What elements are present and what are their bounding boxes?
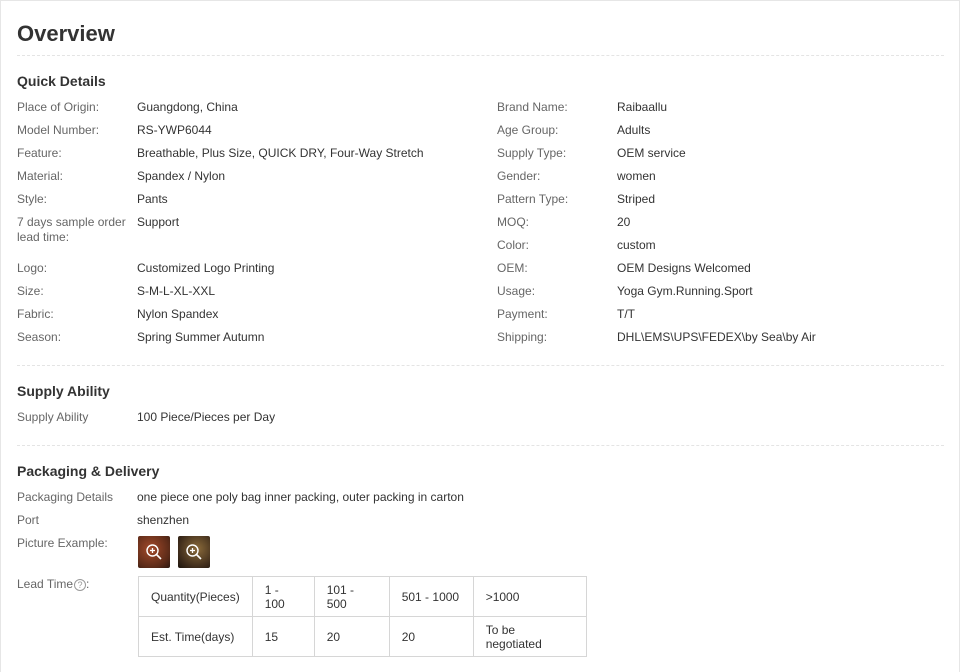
picture-example-thumbnail[interactable] [138,536,170,568]
logo-label: Logo: [17,261,48,275]
brand-name-label: Brand Name: [497,100,568,114]
shipping-value: DHL\EMS\UPS\FEDEX\by Sea\by Air [617,330,816,344]
season-value: Spring Summer Autumn [137,330,265,344]
table-row: Quantity(Pieces) 1 - 100 101 - 500 501 -… [138,576,587,617]
help-icon[interactable]: ? [74,578,87,591]
color-value: custom [617,238,656,252]
style-label: Style: [17,192,48,206]
lead-time-colon: : [86,577,90,591]
supply-ability-label: Supply Ability [17,410,89,424]
supply-type-label: Supply Type: [497,146,567,160]
packaging-delivery-heading: Packaging & Delivery [17,463,160,479]
pattern-type-label: Pattern Type: [497,192,569,206]
table-cell: 101 - 500 [313,576,390,617]
table-cell: Est. Time(days) [138,616,253,657]
page-title: Overview [17,21,115,46]
table-row: Est. Time(days) 15 20 20 To be negotiate… [138,616,587,657]
quick-details-heading: Quick Details [17,73,106,89]
supply-ability-heading: Supply Ability [17,383,110,399]
supply-type-value: OEM service [617,146,686,160]
brand-name-value: Raibaallu [617,100,668,114]
usage-value: Yoga Gym.Running.Sport [617,284,753,298]
sample-lead-time-value: Support [137,215,180,229]
table-cell: >1000 [472,576,587,617]
payment-label: Payment: [497,307,548,321]
place-of-origin-label: Place of Origin: [17,100,100,114]
style-value: Pants [137,192,168,206]
picture-example-thumbnail[interactable] [178,536,210,568]
place-of-origin-value: Guangdong, China [137,100,238,114]
model-number-label: Model Number: [17,123,100,137]
material-value: Spandex / Nylon [137,169,226,183]
packaging-details-value: one piece one poly bag inner packing, ou… [137,490,464,504]
supply-ability-value: 100 Piece/Pieces per Day [137,410,276,424]
gender-label: Gender: [497,169,541,183]
divider [17,365,944,366]
port-label: Port [17,513,40,527]
logo-value: Customized Logo Printing [137,261,275,275]
divider [17,445,944,446]
color-label: Color: [497,238,530,252]
lead-time-label-text: Lead Time [17,577,74,591]
table-cell: 20 [388,616,474,657]
feature-label: Feature: [17,146,62,160]
moq-value: 20 [617,215,631,229]
season-label: Season: [17,330,62,344]
table-cell: 501 - 1000 [388,576,474,617]
table-cell: 15 [251,616,315,657]
usage-label: Usage: [497,284,536,298]
shipping-label: Shipping: [497,330,548,344]
lead-time-table: Quantity(Pieces) 1 - 100 101 - 500 501 -… [138,576,587,657]
fabric-value: Nylon Spandex [137,307,219,321]
table-cell: 1 - 100 [251,576,315,617]
oem-value: OEM Designs Welcomed [617,261,751,275]
table-cell: To be negotiated [472,616,587,657]
fabric-label: Fabric: [17,307,54,321]
payment-value: T/T [617,307,635,321]
size-label: Size: [17,284,44,298]
oem-label: OEM: [497,261,528,275]
port-value: shenzhen [137,513,190,527]
zoom-in-icon [186,544,202,560]
pattern-type-value: Striped [617,192,656,206]
age-group-label: Age Group: [497,123,559,137]
packaging-details-label: Packaging Details [17,490,114,504]
gender-value: women [617,169,656,183]
table-cell: Quantity(Pieces) [138,576,253,617]
material-label: Material: [17,169,64,183]
feature-value: Breathable, Plus Size, QUICK DRY, Four-W… [137,146,424,160]
model-number-value: RS-YWP6044 [137,123,212,137]
picture-example-label: Picture Example: [17,536,108,550]
table-cell: 20 [313,616,390,657]
lead-time-label: Lead Time?: [17,577,89,592]
size-value: S-M-L-XL-XXL [137,284,216,298]
overview-panel: Overview Quick Details Place of Origin: … [0,0,960,672]
sample-lead-time-label: 7 days sample order lead time: [17,215,126,244]
age-group-value: Adults [617,123,651,137]
divider [17,55,944,56]
moq-label: MOQ: [497,215,529,229]
zoom-in-icon [146,544,162,560]
